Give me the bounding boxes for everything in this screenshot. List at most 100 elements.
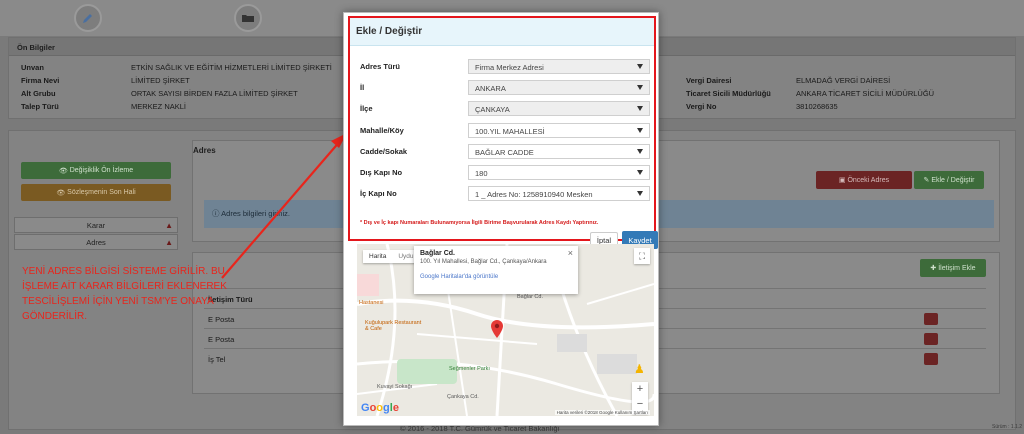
trash-icon[interactable]	[924, 353, 938, 365]
info-label: Alt Grubu	[21, 89, 56, 98]
plus-icon: ✚	[930, 265, 939, 272]
outer-door-select[interactable]: 180	[468, 165, 650, 180]
fullscreen-icon[interactable]: ⛶	[634, 248, 650, 264]
province-select[interactable]: ANKARA	[468, 80, 650, 95]
previous-address-button[interactable]: ▣ Önceki Adres	[816, 171, 912, 189]
info-icon: ⓘ	[212, 209, 220, 218]
contact-type: E Posta	[208, 335, 235, 344]
outer-door-value: 180	[475, 169, 488, 178]
chevron-down-icon	[637, 128, 643, 133]
chevron-down-icon	[637, 106, 643, 111]
sidebar-item-label: Adres	[86, 237, 106, 247]
street-view-icon[interactable]: ♟	[634, 362, 648, 376]
address-type-label: Adres Türü	[360, 62, 401, 71]
address-alert-text: Adres bilgileri giriniz.	[221, 209, 290, 218]
info-window-title: Bağlar Cd.	[420, 250, 456, 257]
annotation-note: YENİ ADRES BİLGİSİ SİSTEME GİRİLİR. BU İ…	[22, 266, 227, 322]
chevron-down-icon	[637, 85, 643, 90]
pencil-icon	[83, 14, 92, 23]
trash-icon[interactable]	[924, 333, 938, 345]
trash-icon[interactable]	[924, 313, 938, 325]
modal-title: Ekle / Değiştir	[350, 18, 654, 46]
google-maps-link[interactable]: Google Haritalar'da görüntüle	[420, 274, 572, 280]
map-info-window: Bağlar Cd. 100. Yıl Mahallesi, Bağlar Cd…	[414, 246, 578, 294]
info-label: Vergi No	[686, 102, 717, 111]
outer-door-label: Dış Kapı No	[360, 168, 403, 177]
preview-button-label: Değişiklik Ön İzleme	[69, 167, 134, 174]
inner-door-select[interactable]: 1 _ Adres No: 1258910940 Mesken	[468, 186, 650, 201]
info-label: Vergi Dairesi	[686, 76, 732, 85]
street-select[interactable]: BAĞLAR CADDE	[468, 144, 650, 159]
close-icon[interactable]: ×	[568, 248, 573, 258]
province-label: İl	[360, 83, 365, 92]
map-attribution[interactable]: Harita verileri ©2018 Google Kullanım Şa…	[554, 410, 650, 415]
map-label: Hastanesi	[359, 300, 384, 306]
address-heading: Adres	[193, 146, 216, 155]
inner-door-label: İç Kapı No	[360, 189, 397, 198]
eye-icon: 👁	[58, 167, 70, 175]
preview-button[interactable]: 👁 Değişiklik Ön İzleme	[21, 162, 171, 179]
form-highlight: Ekle / Değiştir Adres Türü Firma Merkez …	[348, 16, 658, 249]
inner-door-value: 1 _ Adres No: 1258910940 Mesken	[475, 190, 593, 199]
edit-address-button[interactable]: ✎ Ekle / Değiştir	[914, 171, 984, 189]
neighborhood-select[interactable]: 100.YIL MAHALLESİ	[468, 123, 650, 138]
street-value: BAĞLAR CADDE	[475, 148, 534, 157]
contract-button-label: Sözleşmenin Son Hali	[67, 189, 136, 196]
map-type-tabs: Harita Uydu	[363, 250, 420, 263]
eye-icon: 👁	[56, 189, 68, 197]
info-value: MERKEZ NAKLİ	[131, 102, 187, 111]
edit-address-modal: Ekle / Değiştir Adres Türü Firma Merkez …	[343, 12, 659, 426]
chevron-down-icon	[637, 64, 643, 69]
edit-icon: ✎	[923, 177, 932, 184]
door-number-note: * Dış ve İç kapı Numaraları Bulunamıyors…	[360, 220, 599, 226]
map-view[interactable]: Hastanesi Kuğulupark Restaurant & Cafe S…	[357, 244, 654, 416]
address-type-select[interactable]: Firma Merkez Adresi	[468, 59, 650, 74]
district-label: İlçe	[360, 104, 373, 113]
info-label: Firma Nevi	[21, 76, 60, 85]
warning-icon: ▲	[165, 221, 173, 230]
neighborhood-value: 100.YIL MAHALLESİ	[475, 127, 545, 136]
info-label: Unvan	[21, 63, 44, 72]
map-label: Kuvayi Sokağı	[377, 384, 413, 390]
district-value: ÇANKAYA	[475, 105, 510, 114]
street-label: Cadde/Sokak	[360, 147, 408, 156]
info-value: ANKARA TİCARET SİCİLİ MÜDÜRLÜĞÜ	[796, 89, 935, 98]
chevron-down-icon	[637, 149, 643, 154]
previous-address-label: Önceki Adres	[847, 176, 890, 184]
sidebar-item-karar[interactable]: Karar ▲	[14, 217, 178, 233]
address-type-value: Firma Merkez Adresi	[475, 63, 544, 72]
info-value: ETKİN SAĞLIK VE EĞİTİM HİZMETLERİ LİMİTE…	[131, 63, 332, 72]
folder-icon	[242, 15, 254, 22]
chevron-down-icon	[637, 170, 643, 175]
info-window-address: 100. Yıl Mahallesi, Bağlar Cd., Çankaya/…	[420, 259, 547, 265]
neighborhood-label: Mahalle/Köy	[360, 126, 404, 135]
alert-icon: ▣	[838, 177, 848, 184]
info-label: Ticaret Sicili Müdürlüğü	[686, 89, 771, 98]
province-value: ANKARA	[475, 84, 506, 93]
info-value: ORTAK SAYISI BİRDEN FAZLA LİMİTED ŞİRKET	[131, 89, 298, 98]
map-pin-icon[interactable]	[491, 320, 503, 338]
wizard-step-folder[interactable]	[234, 4, 262, 32]
chevron-down-icon	[637, 191, 643, 196]
edit-address-label: Ekle / Değiştir	[931, 176, 975, 184]
info-value: 3810268635	[796, 102, 838, 111]
contract-button[interactable]: 👁 Sözleşmenin Son Hali	[21, 184, 171, 201]
map-label: Kuğulupark Restaurant & Cafe	[365, 320, 422, 332]
info-label: Talep Türü	[21, 102, 59, 111]
zoom-in-icon[interactable]: +	[632, 382, 648, 397]
contact-type: İş Tel	[208, 355, 226, 364]
map-label: Çankaya Cd.	[447, 394, 479, 400]
district-select[interactable]: ÇANKAYA	[468, 101, 650, 116]
add-contact-button[interactable]: ✚ İletişim Ekle	[920, 259, 986, 277]
map-label: Bağlar Cd.	[517, 294, 543, 300]
info-value: ELMADAĞ VERGİ DAİRESİ	[796, 76, 891, 85]
info-value: LİMİTED ŞİRKET	[131, 76, 190, 85]
sidebar-item-label: Karar	[86, 220, 106, 230]
warning-icon: ▲	[165, 238, 173, 247]
sidebar-item-adres[interactable]: Adres ▲	[14, 234, 178, 250]
wizard-step-edit[interactable]	[74, 4, 102, 32]
add-contact-label: İletişim Ekle	[938, 264, 976, 272]
version-label: Sürüm : 1.1.2	[991, 424, 1022, 430]
map-label: Seğmenler Parkı	[449, 366, 490, 372]
tab-map[interactable]: Harita	[363, 250, 392, 263]
